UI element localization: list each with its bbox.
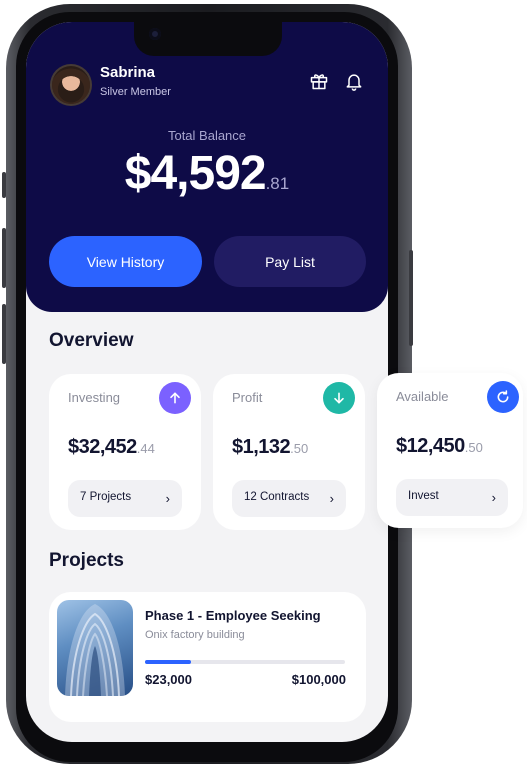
amount-main: $12,450 [396,435,465,457]
contracts-chip[interactable]: 12 Contracts › [232,480,346,517]
project-title: Phase 1 - Employee Seeking [145,608,321,623]
avatar[interactable] [50,64,92,106]
pay-list-button[interactable]: Pay List [214,236,366,287]
chip-label: 12 Contracts [244,491,310,503]
side-button-volume-down [2,304,6,364]
gift-icon[interactable] [306,68,332,94]
project-card[interactable]: Phase 1 - Employee Seeking Onix factory … [49,592,366,722]
chevron-right-icon: › [165,491,170,506]
overview-title: Overview [49,330,134,351]
balance-header: Sabrina Silver Member Total Balance $4,5… [26,22,388,312]
app-screen: Sabrina Silver Member Total Balance $4,5… [26,22,388,742]
side-button-volume-up [2,228,6,288]
projects-title: Projects [49,550,124,571]
view-history-button[interactable]: View History [49,236,202,287]
total-balance-label: Total Balance [167,128,247,143]
chip-label: 7 Projects [80,491,132,503]
overview-card-profit[interactable]: Profit $1,132.50 12 Contracts › [213,374,365,530]
amount-cents: .50 [290,441,309,456]
building-image [57,600,133,696]
balance-cents: .81 [265,174,290,193]
overview-card-investing[interactable]: Investing $32,452.44 7 Projects › [49,374,201,530]
projects-chip[interactable]: 7 Projects › [68,480,182,517]
amount-main: $32,452 [68,436,137,458]
amount-main: $1,132 [232,436,291,458]
project-raised-amount: $23,000 [145,672,192,687]
side-button-mute [2,172,6,198]
user-name: Sabrina [100,64,156,81]
total-balance: $4,592.81 [26,146,388,201]
amount-cents: .50 [464,440,483,455]
user-tier: Silver Member [100,86,171,98]
card-label: Investing [68,390,121,405]
overview-card-available[interactable]: Available $12,450.50 Invest › [377,373,523,528]
project-progress-bar [145,660,345,664]
chevron-right-icon: › [329,491,334,506]
card-amount: $32,452.44 [68,436,155,459]
front-camera [149,28,161,40]
project-progress-fill [145,660,191,664]
arrow-down-icon [323,382,355,414]
chip-label: Invest [408,490,439,502]
card-amount: $1,132.50 [232,436,308,459]
card-label: Available [396,389,449,404]
side-button-power [409,250,413,346]
arrow-up-icon [159,382,191,414]
refresh-icon [487,381,519,413]
card-amount: $12,450.50 [396,435,483,458]
project-subtitle: Onix factory building [145,629,245,641]
bell-icon[interactable] [341,68,367,94]
card-label: Profit [232,390,263,405]
balance-amount: $4,592 [124,147,267,200]
invest-chip[interactable]: Invest › [396,479,508,516]
amount-cents: .44 [136,441,155,456]
avatar-hair [52,66,90,104]
project-goal-amount: $100,000 [291,672,346,687]
chevron-right-icon: › [491,490,496,505]
